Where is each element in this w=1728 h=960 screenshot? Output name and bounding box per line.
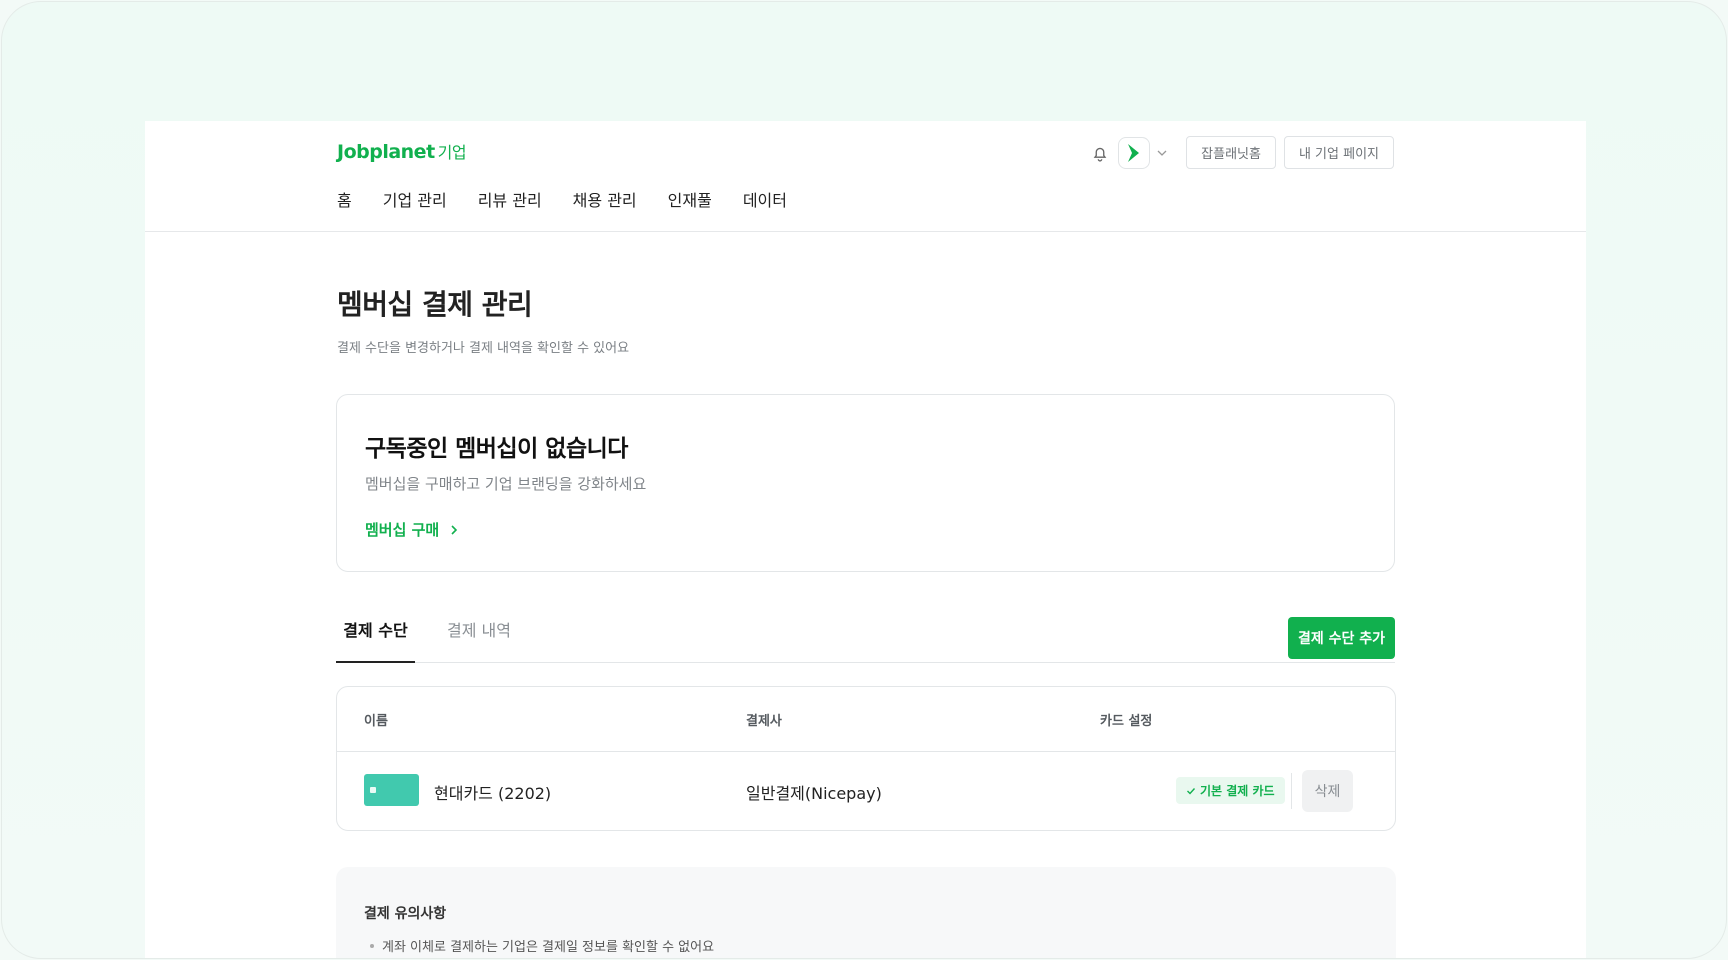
page-subtitle: 결제 수단을 변경하거나 결제 내역을 확인할 수 있어요 — [337, 341, 630, 356]
page-container: Jobplanet기업 홈 기업 관리 리뷰 관리 채용 관리 인재풀 데이터 — [145, 121, 1586, 958]
payment-company: 일반결제(Nicepay) — [746, 784, 882, 803]
app-frame: Jobplanet기업 홈 기업 관리 리뷰 관리 채용 관리 인재풀 데이터 — [1, 1, 1727, 959]
table-header: 이름 결제사 카드 설정 — [337, 687, 1395, 752]
tab-payment-method-label: 결제 수단 — [343, 621, 408, 640]
chevron-right-icon — [451, 524, 458, 535]
payment-tabs: 결제 수단 결제 내역 — [336, 617, 1395, 663]
page-title: 멤버십 결제 관리 — [337, 288, 533, 321]
membership-purchase-link[interactable]: 멤버십 구매 — [365, 519, 459, 540]
delete-card-button[interactable]: 삭제 — [1302, 770, 1353, 812]
membership-status-card: 구독중인 멤버십이 없습니다 멤버십을 구매하고 기업 브랜딩을 강화하세요 멤… — [336, 394, 1395, 572]
membership-status-desc: 멤버십을 구매하고 기업 브랜딩을 강화하세요 — [365, 475, 647, 493]
add-payment-method-button[interactable]: 결제 수단 추가 — [1288, 617, 1395, 659]
nav-item-home[interactable]: 홈 — [337, 187, 352, 211]
logo-text: Jobplanet — [337, 141, 435, 163]
header-actions: 잡플래닛홈 내 기업 페이지 — [1090, 136, 1394, 169]
main-nav: 홈 기업 관리 리뷰 관리 채용 관리 인재풀 데이터 — [337, 187, 787, 211]
jobplanet-chevron-icon — [1128, 143, 1140, 162]
card-name: 현대카드 (2202) — [434, 784, 552, 803]
top-header: Jobplanet기업 홈 기업 관리 리뷰 관리 채용 관리 인재풀 데이터 — [145, 121, 1586, 232]
chevron-down-icon[interactable] — [1156, 147, 1168, 159]
membership-status-title: 구독중인 멤버십이 없습니다 — [365, 436, 628, 462]
payment-notice: 결제 유의사항 계좌 이체로 결제하는 기업은 결제일 정보를 확인할 수 없어… — [336, 867, 1396, 958]
column-card-settings: 카드 설정 — [1100, 714, 1153, 729]
column-payment-company: 결제사 — [746, 714, 782, 729]
membership-purchase-label: 멤버십 구매 — [365, 521, 440, 539]
nav-item-review[interactable]: 리뷰 관리 — [478, 187, 542, 211]
credit-card-icon — [364, 774, 419, 806]
payment-methods-table: 이름 결제사 카드 설정 현대카드 (2202) 일반결제(Nicepay) 기… — [336, 686, 1396, 831]
nav-item-talent[interactable]: 인재풀 — [668, 187, 712, 211]
notice-item-text: 계좌 이체로 결제하는 기업은 결제일 정보를 확인할 수 없어요 — [382, 940, 715, 955]
tab-payment-history-label: 결제 내역 — [447, 621, 511, 640]
logo-suffix: 기업 — [437, 143, 467, 162]
jobplanet-logo[interactable]: Jobplanet 기업 — [337, 139, 467, 163]
table-row: 현대카드 (2202) 일반결제(Nicepay) 기본 결제 카드 삭제 — [337, 752, 1395, 830]
notice-item: 계좌 이체로 결제하는 기업은 결제일 정보를 확인할 수 없어요 — [364, 936, 714, 955]
company-avatar[interactable] — [1118, 136, 1151, 169]
nav-item-company[interactable]: 기업 관리 — [383, 187, 447, 211]
nav-item-recruit[interactable]: 채용 관리 — [573, 187, 637, 211]
jobplanet-home-button[interactable]: 잡플래닛홈 — [1186, 136, 1276, 169]
check-icon — [1187, 787, 1196, 795]
notice-title: 결제 유의사항 — [364, 906, 447, 922]
tab-payment-history[interactable]: 결제 내역 — [447, 617, 511, 661]
default-card-label: 기본 결제 카드 — [1200, 784, 1275, 798]
nav-item-data[interactable]: 데이터 — [743, 187, 787, 211]
my-company-page-button[interactable]: 내 기업 페이지 — [1283, 136, 1394, 169]
tab-payment-method[interactable]: 결제 수단 — [336, 617, 415, 663]
column-name: 이름 — [364, 714, 388, 729]
bullet-icon — [370, 943, 374, 948]
bell-icon[interactable] — [1090, 143, 1110, 163]
default-card-badge: 기본 결제 카드 — [1176, 777, 1285, 804]
row-divider — [1291, 773, 1292, 809]
